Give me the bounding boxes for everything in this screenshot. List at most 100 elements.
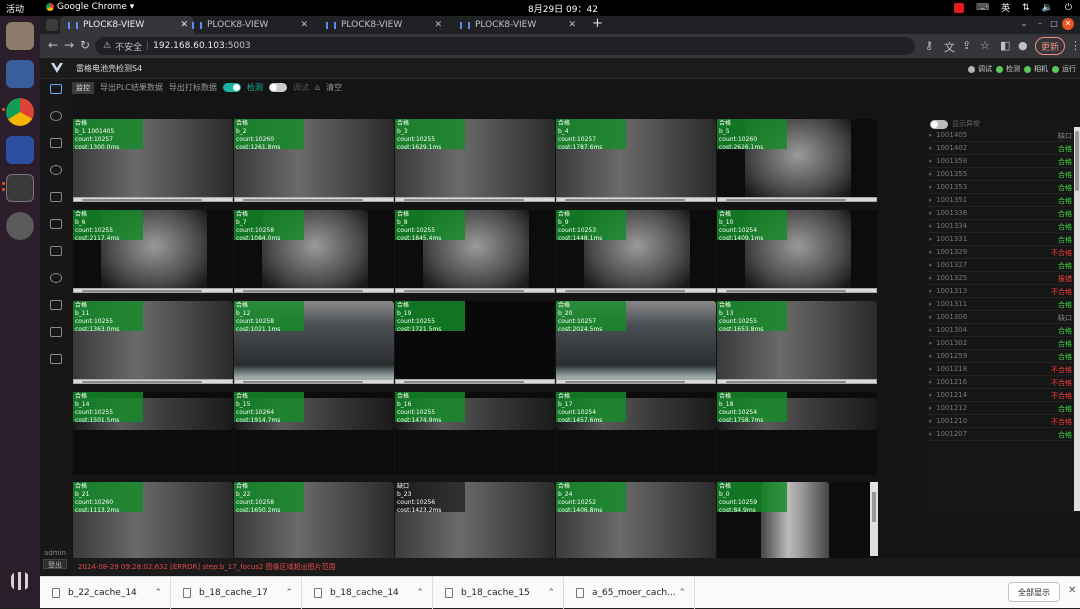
result-list-item[interactable]: 1001212 合格 — [928, 402, 1078, 415]
layers-icon[interactable] — [50, 138, 62, 148]
camera-cell[interactable]: 合格 b_12 count:10258 cost:1021.1ms — [234, 301, 394, 384]
camera-cell[interactable]: 合格 b_24 count:10252 cost:1406.8ms — [556, 482, 716, 565]
camera-cell[interactable]: 合格 b_17 count:10254 cost:1457.6ms — [556, 392, 716, 475]
result-list-item[interactable]: 1001329 不合格 — [928, 246, 1078, 259]
chat-icon[interactable] — [50, 273, 62, 283]
camera-cell[interactable]: 合格 b_19 count:10255 cost:1721.5ms — [395, 301, 555, 384]
result-list-item[interactable]: 1001353 合格 — [928, 181, 1078, 194]
close-icon[interactable]: ✕ — [568, 20, 576, 30]
tab-search-icon[interactable] — [46, 19, 58, 31]
result-list-item[interactable]: 1001210 不合格 — [928, 415, 1078, 428]
horizontal-scrollbar[interactable] — [556, 197, 716, 202]
result-list-item[interactable]: 1001218 不合格 — [928, 363, 1078, 376]
reload-icon[interactable]: ↻ — [80, 38, 90, 52]
input-language[interactable]: 英 — [1001, 1, 1010, 14]
monitor-icon[interactable] — [50, 84, 62, 94]
camera-cell[interactable]: 合格 b_20 count:10257 cost:2024.5ms — [556, 301, 716, 384]
camera-cell[interactable]: 缺口 b_23 count:10256 cost:1423.2ms — [395, 482, 555, 565]
maximize-icon[interactable]: □ — [1048, 18, 1060, 30]
settings-dock-icon[interactable] — [6, 212, 34, 240]
horizontal-scrollbar[interactable] — [395, 197, 555, 202]
aperture-icon[interactable] — [50, 165, 62, 175]
debug-toggle[interactable] — [268, 83, 287, 92]
result-list-item[interactable]: 1001216 不合格 — [928, 376, 1078, 389]
export-print-button[interactable]: 导出打标数据 — [169, 82, 217, 93]
share-icon[interactable]: ⇪ — [962, 39, 971, 52]
camera-cell[interactable]: 合格 b_22 count:10258 cost:1650.2ms — [234, 482, 394, 565]
printer-icon[interactable] — [50, 354, 62, 364]
back-icon[interactable]: ← — [48, 38, 58, 52]
show-all-button[interactable]: 全部显示 — [1008, 582, 1060, 602]
result-list-item[interactable]: 1001214 不合格 — [928, 389, 1078, 402]
tab-2[interactable]: PLOCK8-VIEW ✕ — [184, 16, 314, 34]
chevron-up-icon[interactable]: ⌃ — [416, 588, 424, 598]
download-item[interactable]: b_22_cache_14 ⌃ — [40, 577, 171, 609]
show-apps-icon[interactable] — [11, 572, 29, 590]
result-scrollbar[interactable] — [1074, 127, 1080, 511]
key-icon[interactable]: ⚷ — [925, 39, 933, 52]
crop-icon[interactable] — [50, 327, 62, 337]
horizontal-scrollbar[interactable] — [717, 288, 877, 293]
clear-button[interactable]: 清空 — [326, 82, 342, 93]
horizontal-scrollbar[interactable] — [234, 288, 394, 293]
clear-icon[interactable]: ⌂ — [315, 83, 320, 92]
camera-tool-icon[interactable] — [6, 136, 34, 164]
horizontal-scrollbar[interactable] — [556, 288, 716, 293]
volume-icon[interactable]: 🔉 — [1042, 3, 1053, 13]
result-list-item[interactable]: 1001313 不合格 — [928, 285, 1078, 298]
horizontal-scrollbar[interactable] — [234, 379, 394, 384]
chevron-up-icon[interactable]: ⌃ — [547, 588, 555, 598]
camera-cell[interactable]: 合格 b_1 1001405 count:10257 cost:1300.0ms — [73, 119, 233, 202]
result-list-item[interactable]: 1001334 合格 — [928, 220, 1078, 233]
minimize-icon[interactable]: – — [1034, 18, 1046, 30]
result-list-item[interactable]: 1001355 合格 — [928, 168, 1078, 181]
menu-icon[interactable]: ⋮ — [1070, 39, 1080, 52]
terminal-icon[interactable] — [6, 174, 34, 202]
camera-cell[interactable]: 合格 b_13 count:10255 cost:1653.8ms — [717, 301, 877, 384]
profile-icon[interactable]: ● — [1018, 39, 1028, 52]
tab-list-icon[interactable]: ⌄ — [1018, 18, 1030, 30]
download-item[interactable]: b_18_cache_14 ⌃ — [302, 577, 433, 609]
result-list-item[interactable]: 1001327 合格 — [928, 259, 1078, 272]
export-plc-button[interactable]: 导出PLC结果数据 — [100, 82, 163, 93]
forward-icon[interactable]: → — [64, 38, 74, 52]
clock[interactable]: 8月29日 09：42 — [528, 2, 598, 15]
url-input[interactable]: ⚠ 不安全 | 192.168.60.103:5003 — [95, 37, 915, 55]
camera-cell[interactable]: 合格 b_2 count:10260 cost:1261.8ms — [234, 119, 394, 202]
chevron-up-icon[interactable]: ⌃ — [678, 588, 686, 598]
download-item[interactable]: a_65_moer_cach... ⌃ — [564, 577, 695, 609]
settings-icon[interactable] — [50, 111, 62, 121]
camera-cell[interactable]: 合格 b_5 count:10260 cost:2626.1ms — [717, 119, 877, 202]
grid-scrollbar[interactable] — [870, 482, 878, 556]
result-list-item[interactable]: 1001331 合格 — [928, 233, 1078, 246]
close-icon[interactable]: ✕ — [1068, 585, 1076, 596]
camera-cell[interactable]: 合格 b_18 count:10254 cost:1758.7ms — [717, 392, 877, 475]
bookmark-icon[interactable]: ☆ — [980, 39, 990, 52]
logout-button[interactable]: 登出 — [43, 559, 67, 569]
result-list-item[interactable]: 1001304 合格 — [928, 324, 1078, 337]
keyboard-icon[interactable]: ⌨ — [976, 3, 989, 13]
horizontal-scrollbar[interactable] — [395, 379, 555, 384]
tab-3[interactable]: PLOCK8-VIEW ✕ — [318, 16, 448, 34]
camera-cell[interactable]: 合格 b_21 count:10260 cost:1113.2ms — [73, 482, 233, 565]
tab-1[interactable]: PLOCK8-VIEW ✕ — [60, 16, 194, 34]
horizontal-scrollbar[interactable] — [556, 379, 716, 384]
app-launcher-icon[interactable] — [6, 60, 34, 88]
activities-button[interactable]: 活动 — [6, 2, 24, 15]
horizontal-scrollbar[interactable] — [717, 197, 877, 202]
monitor-tab[interactable]: 监控 — [72, 81, 94, 94]
warning-icon[interactable]: ⚠ — [103, 41, 111, 51]
camera-cell[interactable]: 合格 b_7 count:10258 cost:1084.0ms — [234, 210, 394, 293]
tray-app-icon[interactable] — [954, 2, 965, 13]
network-icon[interactable]: ⇅ — [1022, 3, 1030, 13]
app-menu[interactable]: Google Chrome ▾ — [46, 2, 134, 12]
new-tab-button[interactable]: + — [592, 16, 603, 31]
cube-icon[interactable] — [50, 192, 62, 202]
download-item[interactable]: b_18_cache_15 ⌃ — [433, 577, 564, 609]
chevron-up-icon[interactable]: ⌃ — [285, 588, 293, 598]
camera-cell[interactable]: 合格 b_6 count:10255 cost:2117.4ms — [73, 210, 233, 293]
close-icon[interactable]: ✕ — [434, 20, 442, 30]
horizontal-scrollbar[interactable] — [717, 379, 877, 384]
camera-icon[interactable] — [50, 300, 62, 310]
result-list-item[interactable]: 1001259 合格 — [928, 350, 1078, 363]
